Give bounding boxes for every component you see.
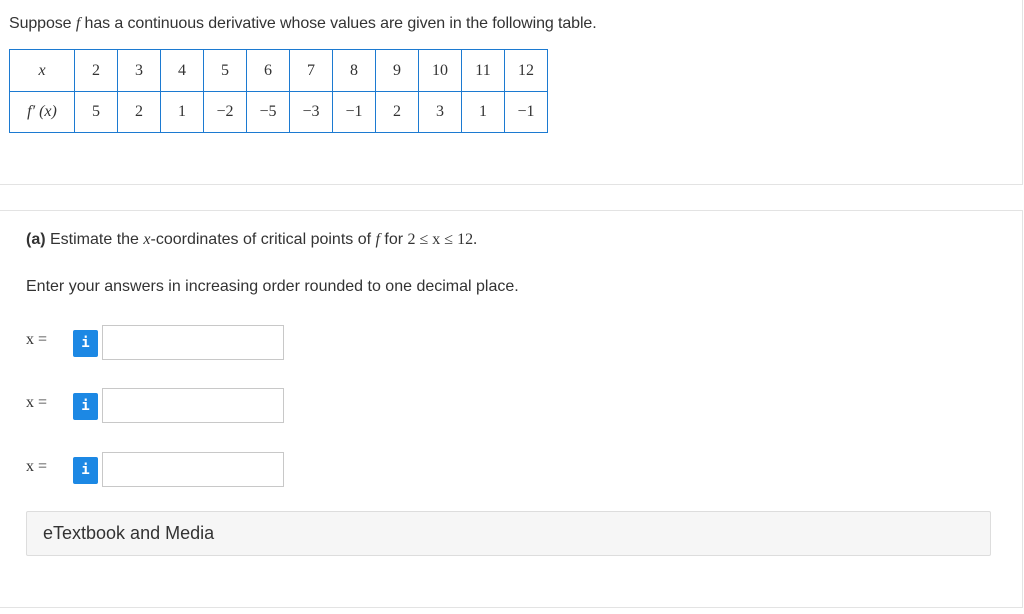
x-cell: 3 bbox=[117, 49, 161, 92]
info-icon[interactable]: i bbox=[73, 330, 98, 357]
fprime-cell: −2 bbox=[203, 91, 247, 133]
fprime-cell: 1 bbox=[160, 91, 204, 133]
fprime-cell: 3 bbox=[418, 91, 462, 133]
x-header-cell: x bbox=[9, 49, 75, 92]
info-icon[interactable]: i bbox=[73, 393, 98, 420]
problem-statement: Suppose f has a continuous derivative wh… bbox=[9, 15, 597, 33]
question-text: for bbox=[379, 231, 408, 248]
x-header-label: x bbox=[38, 61, 46, 79]
fprime-cell: 1 bbox=[461, 91, 505, 133]
x-cell: 9 bbox=[375, 49, 419, 92]
answer-label: x = bbox=[26, 458, 48, 475]
etextbook-media-button[interactable]: eTextbook and Media bbox=[26, 511, 991, 556]
x-cell: 10 bbox=[418, 49, 462, 92]
derivative-table: x 2 3 4 5 6 7 8 9 10 11 12 f′ (x) 5 2 1 … bbox=[9, 49, 548, 133]
x-cell: 11 bbox=[461, 49, 505, 92]
x-cell: 5 bbox=[203, 49, 247, 92]
fprime-cell: 5 bbox=[74, 91, 118, 133]
answer-instructions: Enter your answers in increasing order r… bbox=[26, 278, 519, 295]
x-cell: 7 bbox=[289, 49, 333, 92]
x-cell: 2 bbox=[74, 49, 118, 92]
fprime-cell: −1 bbox=[504, 91, 548, 133]
part-a-question: (a) Estimate the x-coordinates of critic… bbox=[26, 231, 477, 249]
fprime-header-label: f′ (x) bbox=[27, 103, 57, 120]
fprime-cell: 2 bbox=[375, 91, 419, 133]
question-text: -coordinates of critical points of bbox=[150, 231, 376, 248]
intro-text-start: Suppose bbox=[9, 15, 76, 32]
x-cell: 4 bbox=[160, 49, 204, 92]
range-expression: 2 ≤ x ≤ 12. bbox=[407, 231, 478, 248]
answer-input-1[interactable] bbox=[102, 325, 284, 360]
answer-input-3[interactable] bbox=[102, 452, 284, 487]
fprime-cell: −3 bbox=[289, 91, 333, 133]
fprime-cell: 2 bbox=[117, 91, 161, 133]
x-cell: 6 bbox=[246, 49, 290, 92]
fprime-cell: −1 bbox=[332, 91, 376, 133]
answer-label: x = bbox=[26, 331, 48, 348]
x-cell: 8 bbox=[332, 49, 376, 92]
x-row: x 2 3 4 5 6 7 8 9 10 11 12 bbox=[9, 49, 548, 92]
info-icon[interactable]: i bbox=[73, 457, 98, 484]
answer-label: x = bbox=[26, 394, 48, 411]
x-cell: 12 bbox=[504, 49, 548, 92]
answer-input-2[interactable] bbox=[102, 388, 284, 423]
part-label: (a) bbox=[26, 231, 46, 248]
fprime-row: f′ (x) 5 2 1 −2 −5 −3 −1 2 3 1 −1 bbox=[9, 91, 548, 133]
question-text: Estimate the bbox=[45, 231, 144, 248]
fprime-header-cell: f′ (x) bbox=[9, 91, 75, 133]
x-symbol: x bbox=[143, 231, 151, 248]
intro-text-end: has a continuous derivative whose values… bbox=[80, 15, 597, 32]
fprime-cell: −5 bbox=[246, 91, 290, 133]
